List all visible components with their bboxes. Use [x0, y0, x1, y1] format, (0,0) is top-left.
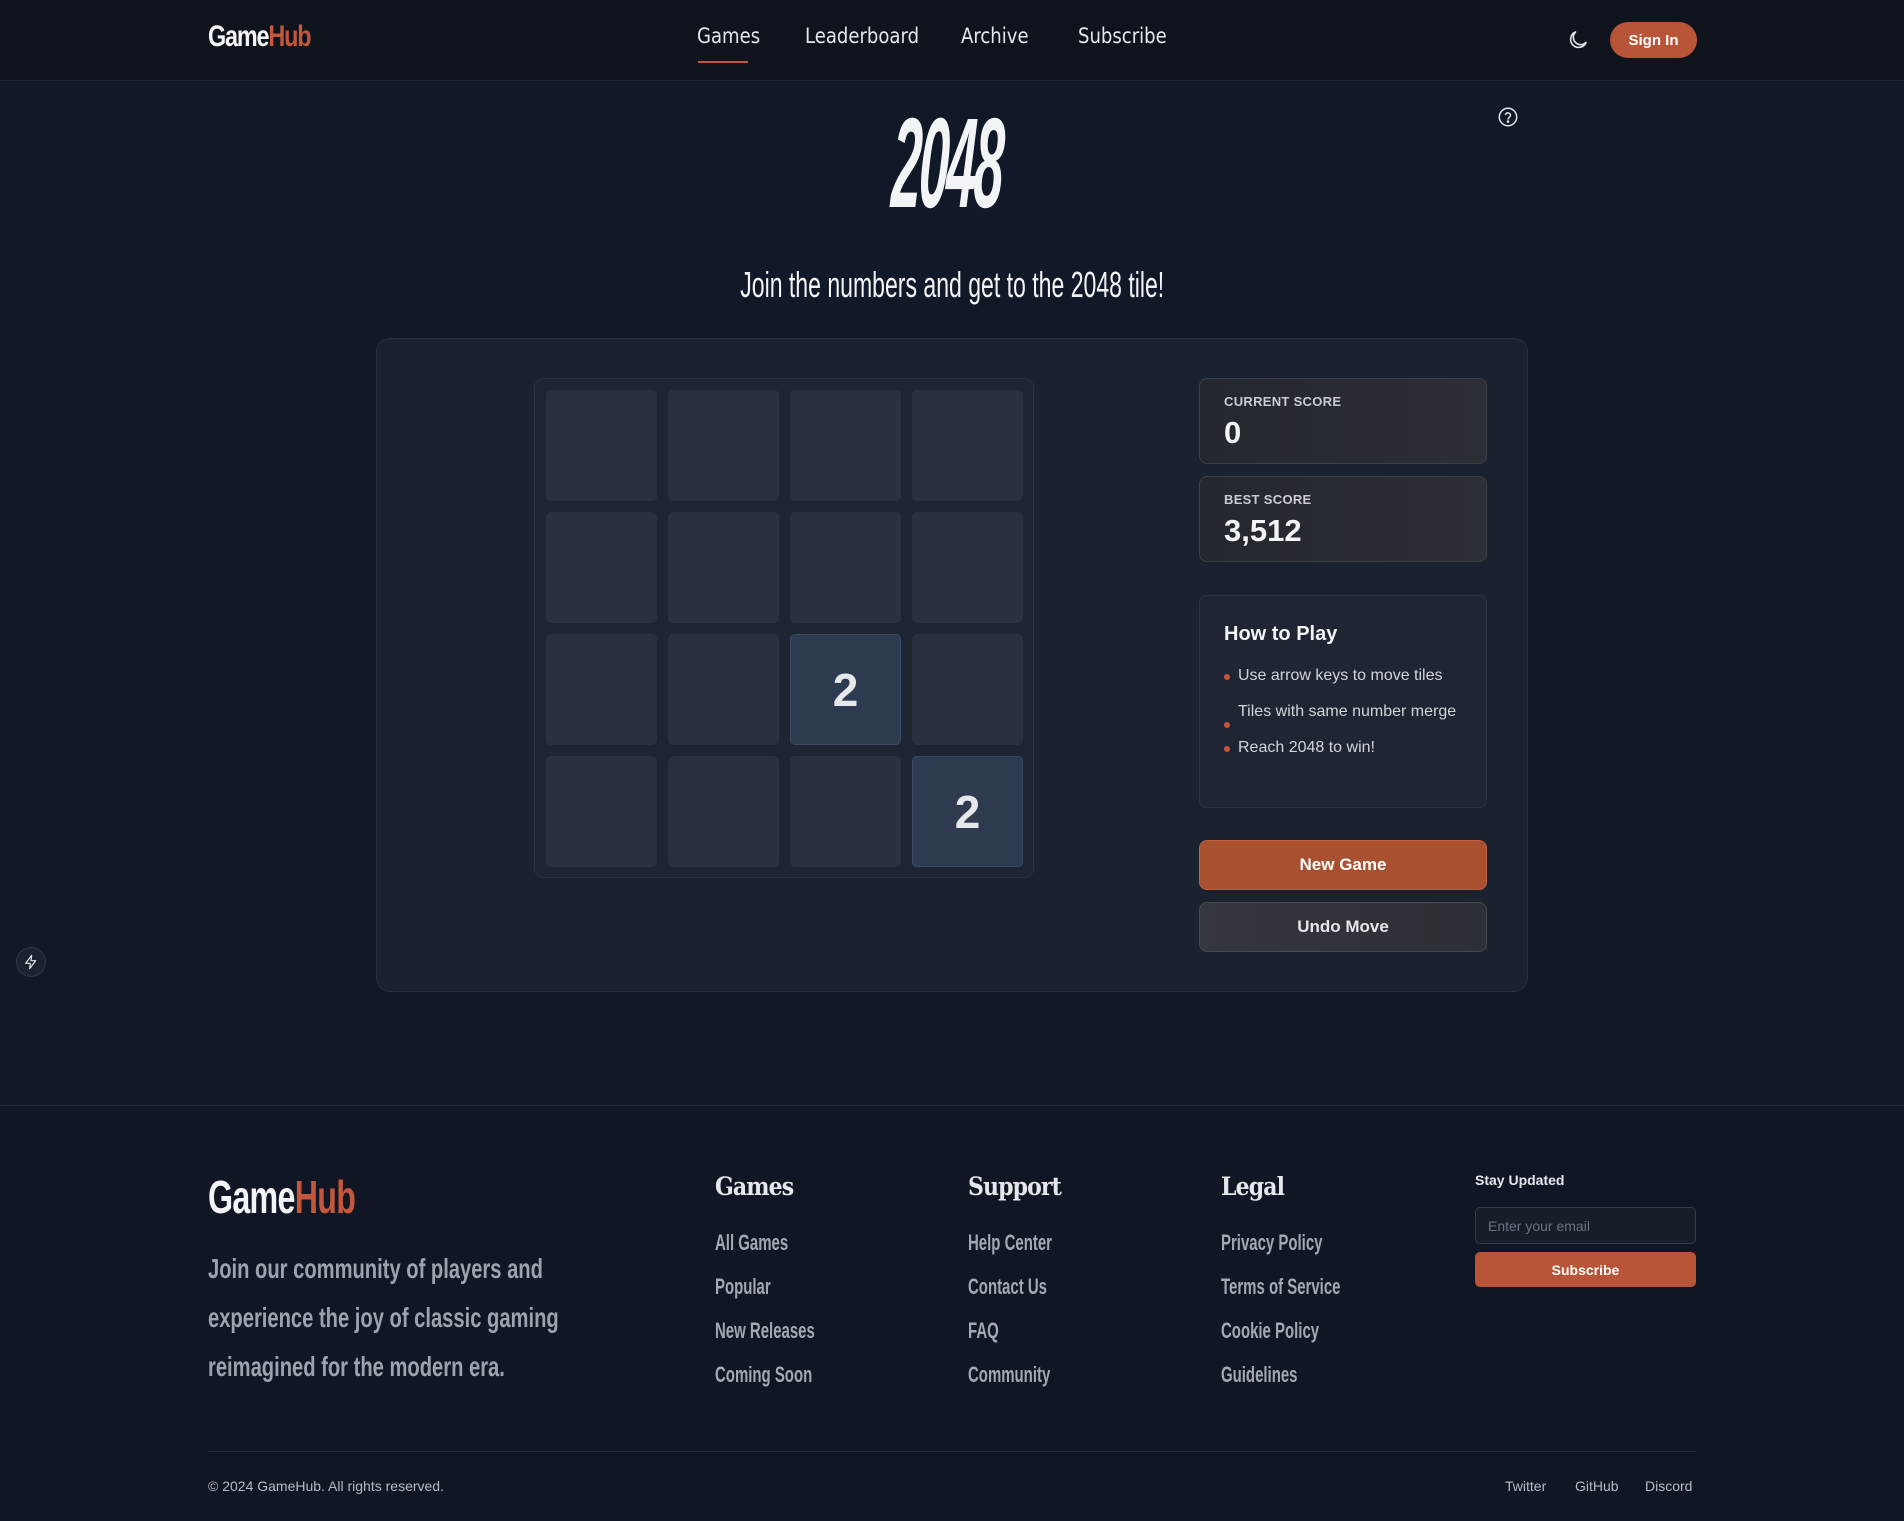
bolt-icon[interactable]	[16, 947, 46, 977]
game-board[interactable]: 22	[534, 378, 1034, 878]
best-score-value: 3,512	[1224, 513, 1302, 548]
active-nav-indicator	[698, 61, 748, 63]
best-score-label: BEST SCORE	[1224, 492, 1312, 507]
new-game-button[interactable]: New Game	[1199, 840, 1487, 890]
current-score-card: CURRENT SCORE 0	[1199, 378, 1487, 464]
best-score-card: BEST SCORE 3,512	[1199, 476, 1487, 562]
game-subtitle: Join the numbers and get to the 2048 til…	[0, 264, 1904, 306]
game-title: 2048	[889, 92, 1005, 235]
nav-subscribe[interactable]: Subscribe	[1078, 24, 1167, 48]
board-cell-empty	[668, 634, 779, 745]
current-score-value: 0	[1224, 415, 1242, 450]
footer-link-cookie[interactable]: Cookie Policy	[1221, 1309, 1340, 1353]
footer-logo[interactable]: GameHub	[208, 1170, 356, 1224]
board-cell-empty	[546, 756, 657, 867]
list-item: Use arrow keys to move tiles	[1224, 664, 1474, 688]
board-cell-empty	[912, 634, 1023, 745]
newsletter-subscribe-button[interactable]: Subscribe	[1475, 1252, 1696, 1287]
current-score-label: CURRENT SCORE	[1224, 394, 1342, 409]
board-cell-empty	[546, 512, 657, 623]
how-to-item-text: Tiles with same number merge	[1238, 703, 1457, 720]
bullet-dot-icon	[1224, 722, 1230, 728]
social-link-discord[interactable]: Discord	[1645, 1478, 1692, 1494]
nav-games[interactable]: Games	[697, 24, 760, 48]
board-cell-empty	[790, 390, 901, 501]
board-cell-empty	[790, 512, 901, 623]
footer-col-games: Games All Games Popular New Releases Com…	[715, 1172, 862, 1397]
board-tile-2: 2	[790, 634, 901, 745]
bullet-dot-icon	[1224, 746, 1230, 752]
list-item: Tiles with same number merge	[1224, 700, 1474, 728]
footer-tagline: Join our community of players and experi…	[208, 1253, 559, 1382]
footer-col-legal: Legal Privacy Policy Terms of Service Co…	[1221, 1172, 1397, 1397]
subtitle-text: Join the numbers and get to the 2048 til…	[740, 264, 1164, 305]
footer-divider	[208, 1451, 1696, 1452]
question-circle-icon[interactable]	[1497, 106, 1519, 128]
nav-leaderboard[interactable]: Leaderboard	[805, 24, 919, 48]
footer-link-terms[interactable]: Terms of Service	[1221, 1265, 1340, 1309]
footer-logo-game: Game	[208, 1171, 295, 1223]
social-link-twitter[interactable]: Twitter	[1505, 1478, 1546, 1494]
board-cell-empty	[912, 512, 1023, 623]
board-cell-empty	[668, 756, 779, 867]
bullet-dot-icon	[1224, 674, 1230, 680]
footer-link-new-releases[interactable]: New Releases	[715, 1309, 815, 1353]
board-cell-empty	[546, 390, 657, 501]
top-navbar: GameHub Games Leaderboard Archive Subscr…	[0, 0, 1904, 81]
board-tile-2: 2	[912, 756, 1023, 867]
nav-archive[interactable]: Archive	[961, 24, 1029, 48]
how-to-play-card: How to Play Use arrow keys to move tiles…	[1199, 595, 1487, 808]
footer-link-coming-soon[interactable]: Coming Soon	[715, 1353, 815, 1397]
board-cell-empty	[912, 390, 1023, 501]
footer-logo-hub: Hub	[294, 1171, 356, 1223]
footer-link-faq[interactable]: FAQ	[968, 1309, 1052, 1353]
board-cell-empty	[546, 634, 657, 745]
footer-link-all-games[interactable]: All Games	[715, 1221, 815, 1265]
how-to-play-list: Use arrow keys to move tiles Tiles with …	[1224, 664, 1474, 772]
social-link-github[interactable]: GitHub	[1575, 1478, 1619, 1494]
board-cell-empty	[668, 390, 779, 501]
footer-link-community[interactable]: Community	[968, 1353, 1052, 1397]
footer-col-title: Support	[968, 1172, 1062, 1201]
undo-move-button[interactable]: Undo Move	[1199, 902, 1487, 952]
how-to-item-text: Reach 2048 to win!	[1238, 739, 1375, 756]
board-cell-empty	[668, 512, 779, 623]
copyright-text: © 2024 GameHub. All rights reserved.	[208, 1478, 444, 1494]
footer-col-title: Games	[715, 1172, 794, 1201]
footer-col-support: Support Help Center Contact Us FAQ Commu…	[968, 1172, 1091, 1397]
how-to-play-title: How to Play	[1224, 623, 1338, 645]
newsletter-email-input[interactable]	[1475, 1207, 1696, 1244]
newsletter-title: Stay Updated	[1475, 1172, 1565, 1188]
footer-link-guidelines[interactable]: Guidelines	[1221, 1353, 1340, 1397]
board-cell-empty	[790, 756, 901, 867]
footer-link-contact-us[interactable]: Contact Us	[968, 1265, 1052, 1309]
list-item: Reach 2048 to win!	[1224, 736, 1474, 760]
footer-link-privacy[interactable]: Privacy Policy	[1221, 1221, 1340, 1265]
moon-icon[interactable]	[1566, 28, 1590, 52]
footer-col-title: Legal	[1221, 1172, 1285, 1201]
footer-link-help-center[interactable]: Help Center	[968, 1221, 1052, 1265]
how-to-item-text: Use arrow keys to move tiles	[1238, 667, 1443, 684]
site-footer: GameHub Join our community of players an…	[0, 1105, 1904, 1521]
footer-link-popular[interactable]: Popular	[715, 1265, 815, 1309]
sign-in-button[interactable]: Sign In	[1610, 22, 1697, 58]
